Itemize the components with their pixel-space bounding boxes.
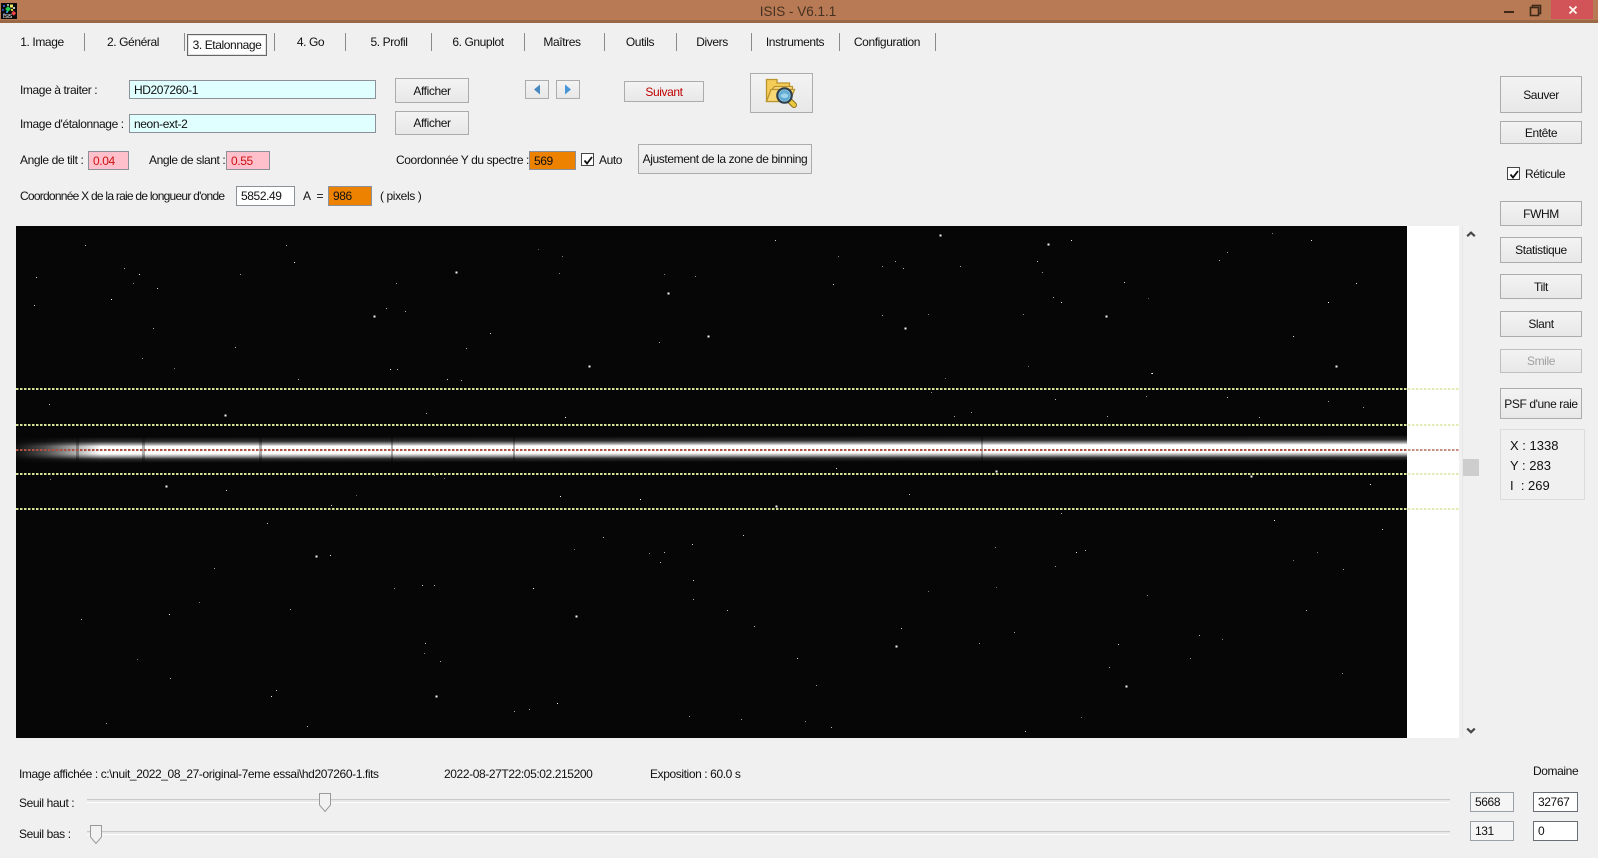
svg-text:ISIS: ISIS bbox=[3, 14, 13, 19]
